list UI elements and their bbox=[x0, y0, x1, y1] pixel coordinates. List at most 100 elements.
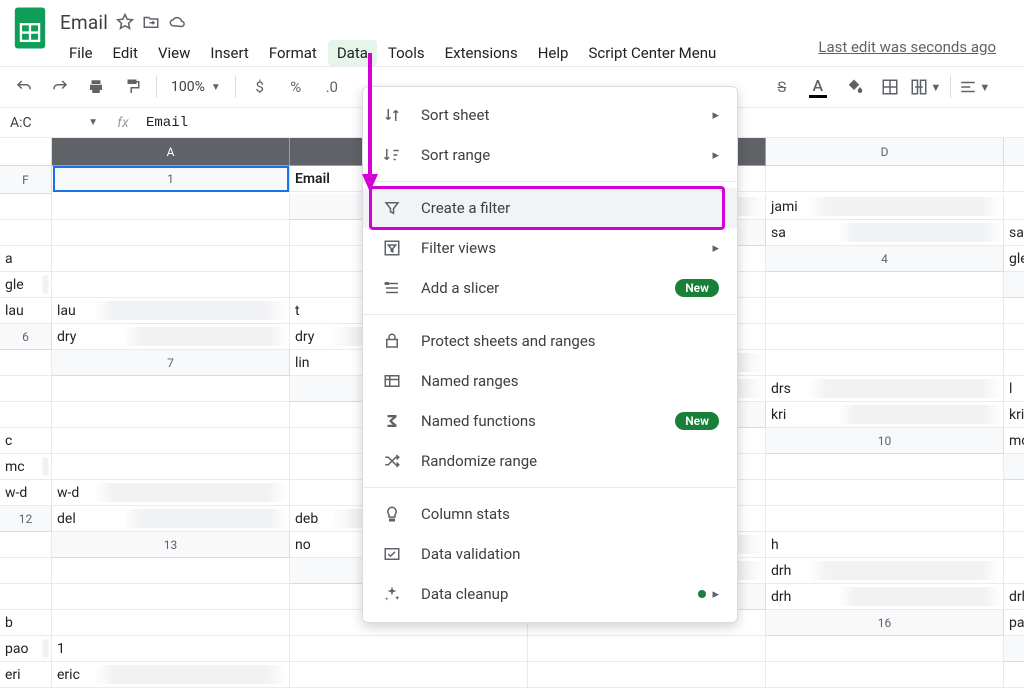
align-button[interactable]: ▼ bbox=[959, 71, 991, 103]
column-header[interactable]: F bbox=[0, 166, 52, 194]
cell[interactable]: drs bbox=[766, 376, 1004, 402]
cell[interactable] bbox=[52, 454, 290, 480]
cell[interactable] bbox=[766, 506, 1004, 532]
cell[interactable] bbox=[1004, 558, 1024, 584]
menu-add-slicer[interactable]: Add a slicer New bbox=[363, 268, 737, 308]
fill-color-button[interactable] bbox=[838, 71, 870, 103]
menu-protect-sheets[interactable]: Protect sheets and ranges bbox=[363, 321, 737, 361]
menu-randomize-range[interactable]: Randomize range bbox=[363, 441, 737, 481]
row-header[interactable]: 17 bbox=[1004, 636, 1024, 662]
cell[interactable]: del bbox=[52, 506, 290, 532]
move-folder-icon[interactable] bbox=[142, 13, 160, 31]
cell[interactable] bbox=[52, 246, 290, 272]
cell[interactable] bbox=[1004, 350, 1024, 376]
menu-sort-sheet[interactable]: Sort sheet ▸ bbox=[363, 95, 737, 135]
menu-extensions[interactable]: Extensions bbox=[436, 40, 527, 66]
cell[interactable] bbox=[766, 298, 1004, 324]
column-header[interactable]: E bbox=[1004, 138, 1024, 166]
cell[interactable] bbox=[528, 662, 766, 688]
cell[interactable]: pa bbox=[1004, 610, 1024, 636]
menu-data-cleanup[interactable]: Data cleanup ▸ bbox=[363, 574, 737, 614]
row-header[interactable]: 1 bbox=[52, 166, 290, 192]
cell[interactable]: lau bbox=[52, 298, 290, 324]
cell[interactable] bbox=[766, 662, 1004, 688]
menu-sort-range[interactable]: Sort range ▸ bbox=[363, 135, 737, 175]
cell[interactable]: sa bbox=[1004, 220, 1024, 246]
cell[interactable] bbox=[1004, 662, 1024, 688]
menu-data[interactable]: Data bbox=[328, 40, 377, 66]
zoom-select[interactable]: 100%▼ bbox=[165, 79, 227, 95]
cell[interactable] bbox=[290, 636, 528, 662]
menu-insert[interactable]: Insert bbox=[201, 40, 257, 66]
decimal-button[interactable]: .0 bbox=[316, 71, 348, 103]
cell[interactable]: jami bbox=[766, 194, 1004, 220]
cell[interactable] bbox=[1004, 298, 1024, 324]
cell[interactable]: kris bbox=[1004, 402, 1024, 428]
doc-title[interactable]: Email bbox=[60, 11, 108, 34]
menu-create-filter[interactable]: Create a filter bbox=[363, 188, 737, 228]
menu-script-center[interactable]: Script Center Menu bbox=[579, 40, 725, 66]
row-header[interactable]: 13 bbox=[52, 532, 290, 558]
currency-button[interactable]: $ bbox=[244, 71, 276, 103]
cell[interactable] bbox=[528, 636, 766, 662]
row-header[interactable]: 4 bbox=[766, 246, 1004, 272]
cell[interactable]: drh bbox=[1004, 584, 1024, 610]
cell[interactable]: l bbox=[1004, 376, 1024, 402]
cell[interactable] bbox=[1004, 532, 1024, 558]
cell[interactable]: b bbox=[0, 610, 52, 636]
cell[interactable] bbox=[52, 558, 290, 584]
cell[interactable]: c bbox=[0, 428, 52, 454]
sheets-logo[interactable] bbox=[10, 8, 50, 48]
cell[interactable] bbox=[0, 194, 52, 220]
cell[interactable]: w-d bbox=[52, 480, 290, 506]
cell[interactable] bbox=[766, 272, 1004, 298]
cell[interactable]: lau bbox=[0, 298, 52, 324]
cell[interactable] bbox=[52, 402, 290, 428]
cell[interactable] bbox=[766, 166, 1004, 192]
cell[interactable] bbox=[52, 610, 290, 636]
row-header[interactable]: 12 bbox=[0, 506, 52, 532]
cell[interactable] bbox=[52, 584, 290, 610]
cell[interactable]: sa bbox=[766, 220, 1004, 246]
text-color-button[interactable]: A bbox=[802, 76, 834, 98]
cell[interactable] bbox=[766, 480, 1004, 506]
menu-data-validation[interactable]: Data validation bbox=[363, 534, 737, 574]
cell[interactable] bbox=[52, 376, 290, 402]
redo-button[interactable] bbox=[44, 71, 76, 103]
cell[interactable] bbox=[766, 350, 1004, 376]
cell[interactable] bbox=[0, 584, 52, 610]
cell[interactable] bbox=[52, 428, 290, 454]
cell[interactable] bbox=[52, 220, 290, 246]
cell[interactable] bbox=[0, 376, 52, 402]
cell[interactable] bbox=[290, 662, 528, 688]
cell[interactable] bbox=[0, 558, 52, 584]
percent-button[interactable]: % bbox=[280, 71, 312, 103]
cell[interactable]: h bbox=[766, 532, 1004, 558]
cell[interactable] bbox=[0, 532, 52, 558]
cell[interactable]: mc bbox=[1004, 428, 1024, 454]
column-header[interactable]: D bbox=[766, 138, 1004, 166]
row-header[interactable]: 10 bbox=[766, 428, 1004, 454]
menu-filter-views[interactable]: Filter views ▸ bbox=[363, 228, 737, 268]
menu-column-stats[interactable]: Column stats bbox=[363, 494, 737, 534]
star-icon[interactable] bbox=[116, 13, 134, 31]
print-button[interactable] bbox=[80, 71, 112, 103]
paint-format-button[interactable] bbox=[116, 71, 148, 103]
menu-named-ranges[interactable]: Named ranges bbox=[363, 361, 737, 401]
cell[interactable] bbox=[0, 350, 52, 376]
select-all-cell[interactable] bbox=[0, 138, 52, 166]
last-edit-link[interactable]: Last edit was seconds ago bbox=[818, 38, 996, 56]
strikethrough-button[interactable]: S bbox=[766, 71, 798, 103]
row-header[interactable]: 16 bbox=[766, 610, 1004, 636]
cell[interactable] bbox=[1004, 506, 1024, 532]
cell[interactable]: eric bbox=[52, 662, 290, 688]
cell[interactable]: 1 bbox=[52, 636, 290, 662]
cell[interactable]: kri bbox=[766, 402, 1004, 428]
menu-file[interactable]: File bbox=[60, 40, 102, 66]
row-header[interactable]: 6 bbox=[0, 324, 52, 350]
cell[interactable]: gle bbox=[0, 272, 52, 298]
row-header[interactable]: 7 bbox=[52, 350, 290, 376]
cell[interactable] bbox=[0, 220, 52, 246]
cell[interactable]: a bbox=[0, 246, 52, 272]
cell[interactable] bbox=[766, 454, 1004, 480]
